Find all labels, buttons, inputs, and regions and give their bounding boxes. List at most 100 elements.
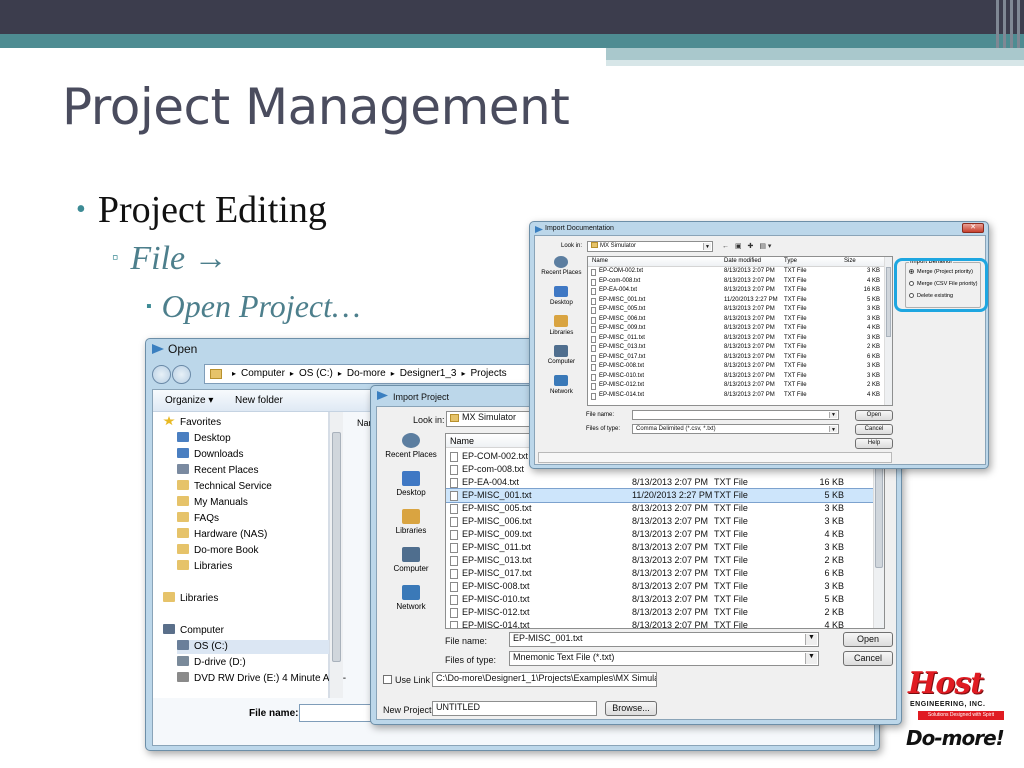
scrollbar-thumb[interactable] <box>332 432 341 662</box>
organize-menu[interactable]: Organize ▾ <box>165 395 213 406</box>
breadcrumb-item[interactable]: Do-more <box>347 368 386 379</box>
nav-item[interactable]: FAQs <box>177 512 219 526</box>
back-button[interactable] <box>152 365 171 384</box>
help-button[interactable]: Help <box>855 438 893 449</box>
file-name: EP-com-008.txt <box>462 464 525 474</box>
file-name: EP-com-008.txt <box>599 277 641 284</box>
table-row[interactable]: EP-MISC-008.txt 8/13/2013 2:07 PM TXT File… <box>588 363 884 372</box>
table-row[interactable]: EP-MISC_017.txt 8/13/2013 2:07 PM TXT File… <box>588 354 884 363</box>
nav-item[interactable]: My Manuals <box>177 496 248 510</box>
table-row[interactable]: EP-MISC_006.txt 8/13/2013 2:07 PM TXT File… <box>446 515 874 528</box>
place-computer[interactable]: Computer <box>538 344 585 365</box>
place-desktop[interactable]: Desktop <box>538 285 585 306</box>
look-in-select[interactable]: MX Simulator ▼ <box>587 241 713 252</box>
column-header-name[interactable]: Name <box>450 436 474 446</box>
nav-item-label: OS (C:) <box>194 641 228 652</box>
column-header-type[interactable]: Type <box>784 258 797 264</box>
open-button[interactable]: Open <box>855 410 893 421</box>
scrollbar-thumb[interactable] <box>886 267 891 337</box>
file-name-input[interactable]: EP-MISC_001.txt ▼ <box>509 632 819 647</box>
use-link-checkbox[interactable] <box>383 675 392 684</box>
table-row[interactable]: EP-MISC-010.txt 8/13/2013 2:07 PM TXT File… <box>446 593 874 606</box>
table-row[interactable]: EP-COM-002.txt 8/13/2013 2:07 PM TXT File 3… <box>588 268 884 277</box>
column-header-size[interactable]: Size <box>844 258 856 264</box>
breadcrumb-item[interactable]: Designer1_3 <box>400 368 457 379</box>
file-icon <box>450 608 458 618</box>
place-libraries[interactable]: Libraries <box>538 315 585 336</box>
place-recent-places[interactable]: Recent Places <box>538 256 585 276</box>
nav-item[interactable]: Computer <box>163 624 224 638</box>
place-network[interactable]: Network <box>381 585 441 611</box>
breadcrumb-item[interactable]: Computer <box>241 368 285 379</box>
table-row[interactable]: EP-MISC_001.txt 11/20/2013 2:27 PM TXT Fil… <box>446 488 875 503</box>
column-header-date[interactable]: Date modified <box>724 258 761 264</box>
folder-icon <box>177 512 189 522</box>
table-row[interactable]: EP-MISC_001.txt 11/20/2013 2:27 PM TXT Fil… <box>588 297 884 306</box>
close-button[interactable]: ✕ <box>962 223 984 233</box>
table-row[interactable]: EP-MISC-014.txt 8/13/2013 2:07 PM TXT File… <box>588 392 884 401</box>
table-row[interactable]: EP-MISC_017.txt 8/13/2013 2:07 PM TXT File… <box>446 567 874 580</box>
table-row[interactable]: EP-MISC_013.txt 8/13/2013 2:07 PM TXT File… <box>446 554 874 567</box>
forward-button[interactable] <box>172 365 191 384</box>
chevron-down-icon[interactable]: ▼ <box>703 243 711 250</box>
files-of-type-select[interactable]: Mnemonic Text File (*.txt) ▼ <box>509 651 819 666</box>
table-row[interactable]: EP-MISC_006.txt 8/13/2013 2:07 PM TXT File… <box>588 316 884 325</box>
folder-icon <box>163 624 175 634</box>
table-row[interactable]: EP-com-008.txt 8/13/2013 2:07 PM TXT File 4… <box>588 278 884 287</box>
nav-item[interactable]: Libraries <box>163 592 218 606</box>
table-row[interactable]: EP-EA-004.txt 8/13/2013 2:07 PM TXT File 16… <box>588 287 884 296</box>
new-project-input[interactable]: UNTITLED <box>432 701 597 716</box>
nav-item[interactable]: OS (C:) <box>177 640 337 654</box>
nav-item[interactable]: Do-more Book <box>177 544 258 558</box>
table-row[interactable]: EP-MISC_005.txt 8/13/2013 2:07 PM TXT File… <box>446 502 874 515</box>
nav-scrollbar[interactable] <box>329 412 343 698</box>
file-size: 5 KB <box>824 594 844 604</box>
table-row[interactable]: EP-MISC_009.txt 8/13/2013 2:07 PM TXT File… <box>446 528 874 541</box>
nav-item[interactable]: Hardware (NAS) <box>177 528 267 542</box>
nav-toolbar-icons[interactable]: ← ▣ ✚ ▤▾ <box>722 242 773 250</box>
breadcrumb-item[interactable]: Projects <box>471 368 507 379</box>
new-folder-button[interactable]: New folder <box>235 395 283 406</box>
table-row[interactable]: EP-MISC_013.txt 8/13/2013 2:07 PM TXT File… <box>588 344 884 353</box>
list-scrollbar[interactable] <box>884 257 892 405</box>
place-computer[interactable]: Computer <box>381 547 441 573</box>
link-path-field[interactable]: C:\Do-more\Designer1_1\Projects\Examples… <box>432 672 657 687</box>
cancel-button[interactable]: Cancel <box>843 651 893 666</box>
nav-item[interactable]: Desktop <box>177 432 231 446</box>
nav-item[interactable]: Downloads <box>177 448 243 462</box>
chevron-down-icon[interactable]: ▼ <box>829 412 837 418</box>
nav-item[interactable]: DVD RW Drive (E:) 4 Minute Abs - <box>177 672 346 686</box>
breadcrumb-item[interactable]: OS (C:) <box>299 368 333 379</box>
file-name-input[interactable]: ▼ <box>632 410 839 420</box>
table-row[interactable]: EP-EA-004.txt 8/13/2013 2:07 PM TXT File 16… <box>446 476 874 489</box>
files-of-type-select[interactable]: Comma Delimited (*.csv, *.txt) ▼ <box>632 424 839 434</box>
table-row[interactable]: EP-MISC_005.txt 8/13/2013 2:07 PM TXT File… <box>588 306 884 315</box>
file-date: 8/13/2013 2:07 PM <box>632 607 709 617</box>
place-desktop[interactable]: Desktop <box>381 471 441 497</box>
nav-item[interactable]: Libraries <box>177 560 232 574</box>
table-row[interactable]: EP-MISC-010.txt 8/13/2013 2:07 PM TXT File… <box>588 373 884 382</box>
place-network[interactable]: Network <box>538 374 585 395</box>
look-in-select[interactable]: MX Simulator <box>446 411 536 427</box>
table-row[interactable]: EP-MISC_011.txt 8/13/2013 2:07 PM TXT File… <box>588 335 884 344</box>
table-row[interactable]: EP-MISC_009.txt 8/13/2013 2:07 PM TXT File… <box>588 325 884 334</box>
open-button[interactable]: Open <box>843 632 893 647</box>
chevron-down-icon[interactable]: ▼ <box>805 634 817 645</box>
nav-item[interactable]: Favorites <box>163 416 221 430</box>
column-header-name[interactable]: Name <box>592 258 608 264</box>
chevron-down-icon[interactable]: ▼ <box>829 426 837 433</box>
table-row[interactable]: EP-MISC-012.txt 8/13/2013 2:07 PM TXT File… <box>588 382 884 391</box>
table-row[interactable]: EP-MISC-008.txt 8/13/2013 2:07 PM TXT File… <box>446 580 874 593</box>
nav-item[interactable]: Technical Service <box>177 480 272 494</box>
table-row[interactable]: EP-MISC-012.txt 8/13/2013 2:07 PM TXT File… <box>446 606 874 619</box>
file-name-input[interactable] <box>299 704 379 722</box>
place-recent-places[interactable]: Recent Places <box>381 433 441 459</box>
chevron-down-icon[interactable]: ▼ <box>805 653 817 664</box>
browse-button[interactable]: Browse... <box>605 701 657 716</box>
table-row[interactable]: EP-MISC-014.txt 8/13/2013 2:07 PM TXT File… <box>446 619 874 628</box>
place-libraries[interactable]: Libraries <box>381 509 441 535</box>
table-row[interactable]: EP-MISC_011.txt 8/13/2013 2:07 PM TXT File… <box>446 541 874 554</box>
nav-item[interactable]: D-drive (D:) <box>177 656 246 670</box>
nav-item[interactable]: Recent Places <box>177 464 258 478</box>
cancel-button[interactable]: Cancel <box>855 424 893 435</box>
